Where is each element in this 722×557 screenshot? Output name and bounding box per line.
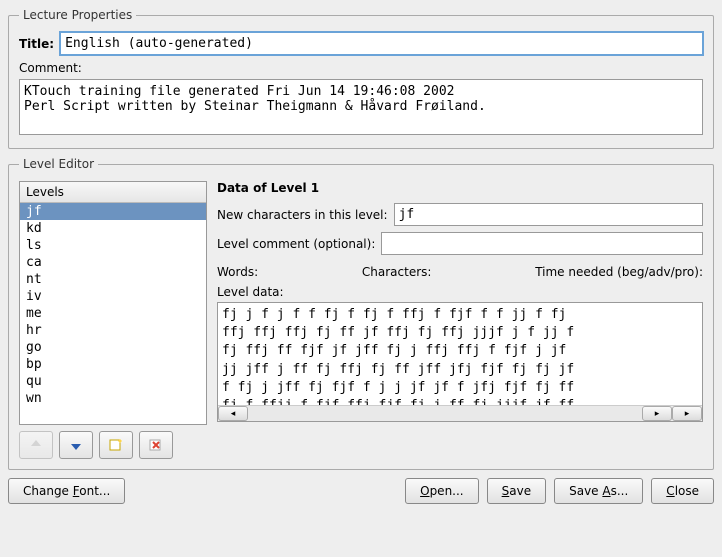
close-button[interactable]: Close <box>651 478 714 504</box>
level-editor-legend: Level Editor <box>19 157 98 171</box>
move-up-button <box>19 431 53 459</box>
level-editor-group: Level Editor Levels jfkdlscantivmehrgobp… <box>8 157 714 470</box>
save-button[interactable]: Save <box>487 478 546 504</box>
list-item[interactable]: qu <box>20 373 206 390</box>
newchars-input[interactable] <box>394 203 703 226</box>
newchars-label: New characters in this level: <box>217 208 388 222</box>
change-font-button[interactable]: Change Font... <box>8 478 125 504</box>
list-item[interactable]: iv <box>20 288 206 305</box>
leveldata-text[interactable]: fj j f j f f fj f fj f ffj f fjf f f jj … <box>218 303 702 405</box>
levelcomment-label: Level comment (optional): <box>217 237 375 251</box>
data-heading: Data of Level 1 <box>217 181 703 195</box>
lecture-properties-legend: Lecture Properties <box>19 8 136 22</box>
list-item[interactable]: go <box>20 339 206 356</box>
words-label: Words: <box>217 265 258 279</box>
scroll-right2-icon[interactable]: ▸ <box>672 406 702 421</box>
list-item[interactable]: hr <box>20 322 206 339</box>
list-item[interactable]: bp <box>20 356 206 373</box>
list-item[interactable]: me <box>20 305 206 322</box>
list-item[interactable]: wn <box>20 390 206 407</box>
delete-level-button[interactable] <box>139 431 173 459</box>
comment-textarea[interactable]: KTouch training file generated Fri Jun 1… <box>19 79 703 135</box>
list-item[interactable]: kd <box>20 220 206 237</box>
lecture-properties-group: Lecture Properties Title: Comment: KTouc… <box>8 8 714 149</box>
leveldata-area[interactable]: fj j f j f f fj f fj f ffj f fjf f f jj … <box>217 302 703 422</box>
title-label: Title: <box>19 37 54 51</box>
list-item[interactable]: ca <box>20 254 206 271</box>
levelcomment-input[interactable] <box>381 232 703 255</box>
scroll-left-icon[interactable]: ◂ <box>218 406 248 421</box>
levels-list[interactable]: Levels jfkdlscantivmehrgobpquwn <box>19 181 207 425</box>
title-input[interactable] <box>60 32 703 55</box>
comment-label: Comment: <box>19 61 82 75</box>
leveldata-label: Level data: <box>217 285 284 299</box>
list-item[interactable]: jf <box>20 203 206 220</box>
leveldata-hscroll[interactable]: ◂ ▸ ▸ <box>218 405 702 421</box>
chars-label: Characters: <box>362 265 432 279</box>
levels-header: Levels <box>20 182 206 203</box>
open-button[interactable]: Open... <box>405 478 479 504</box>
add-level-button[interactable] <box>99 431 133 459</box>
list-item[interactable]: nt <box>20 271 206 288</box>
time-label: Time needed (beg/adv/pro): <box>535 265 703 279</box>
save-as-button[interactable]: Save As... <box>554 478 643 504</box>
move-down-button[interactable] <box>59 431 93 459</box>
list-item[interactable]: ls <box>20 237 206 254</box>
scroll-right-icon[interactable]: ▸ <box>642 406 672 421</box>
